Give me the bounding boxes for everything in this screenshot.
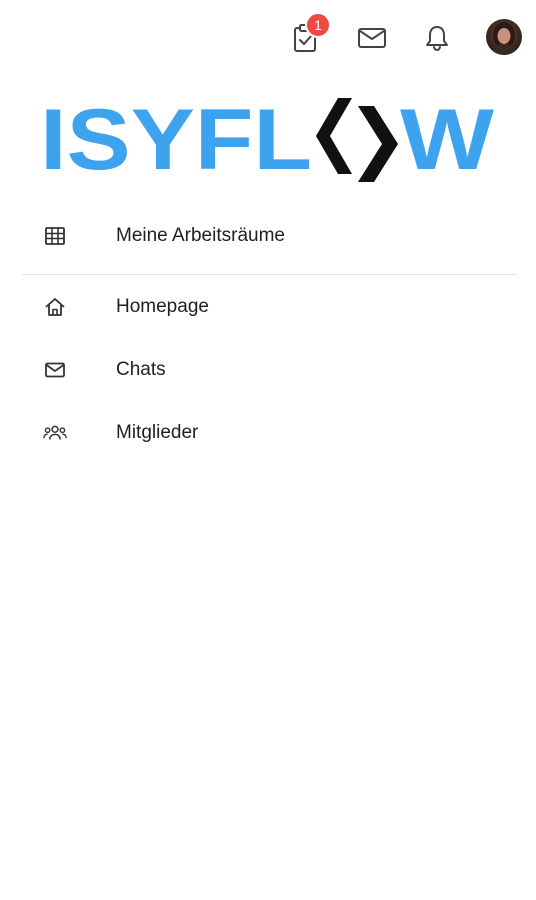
- top-bar: 1: [0, 0, 536, 76]
- table-grid-icon: [43, 225, 67, 247]
- tasks-button[interactable]: 1: [289, 12, 331, 54]
- users-icon: [43, 422, 67, 444]
- logo-chevron-mark: [316, 98, 398, 182]
- logo-text-right: W: [400, 94, 495, 186]
- logo-text-left: ISYFL: [40, 94, 312, 186]
- menu-item-workspaces[interactable]: Meine Arbeitsräume: [0, 210, 536, 262]
- envelope-icon: [357, 26, 387, 50]
- menu-item-label: Mitglieder: [116, 422, 199, 443]
- avatar[interactable]: [486, 19, 522, 55]
- menu-item-label: Meine Arbeitsräume: [116, 225, 285, 246]
- menu-divider: [22, 274, 517, 275]
- home-icon: [43, 296, 67, 318]
- menu-item-mitglieder[interactable]: Mitglieder: [0, 407, 536, 459]
- notifications-button[interactable]: [421, 22, 453, 54]
- menu-item-chats[interactable]: Chats: [0, 344, 536, 396]
- bell-icon: [424, 24, 450, 52]
- menu-item-label: Homepage: [116, 296, 209, 317]
- messages-button[interactable]: [356, 22, 388, 54]
- tasks-badge: 1: [305, 12, 331, 38]
- envelope-icon: [43, 359, 67, 381]
- menu-item-label: Chats: [116, 359, 166, 380]
- isyflow-logo: ISYFL W: [40, 92, 500, 188]
- menu-item-homepage[interactable]: Homepage: [0, 281, 536, 333]
